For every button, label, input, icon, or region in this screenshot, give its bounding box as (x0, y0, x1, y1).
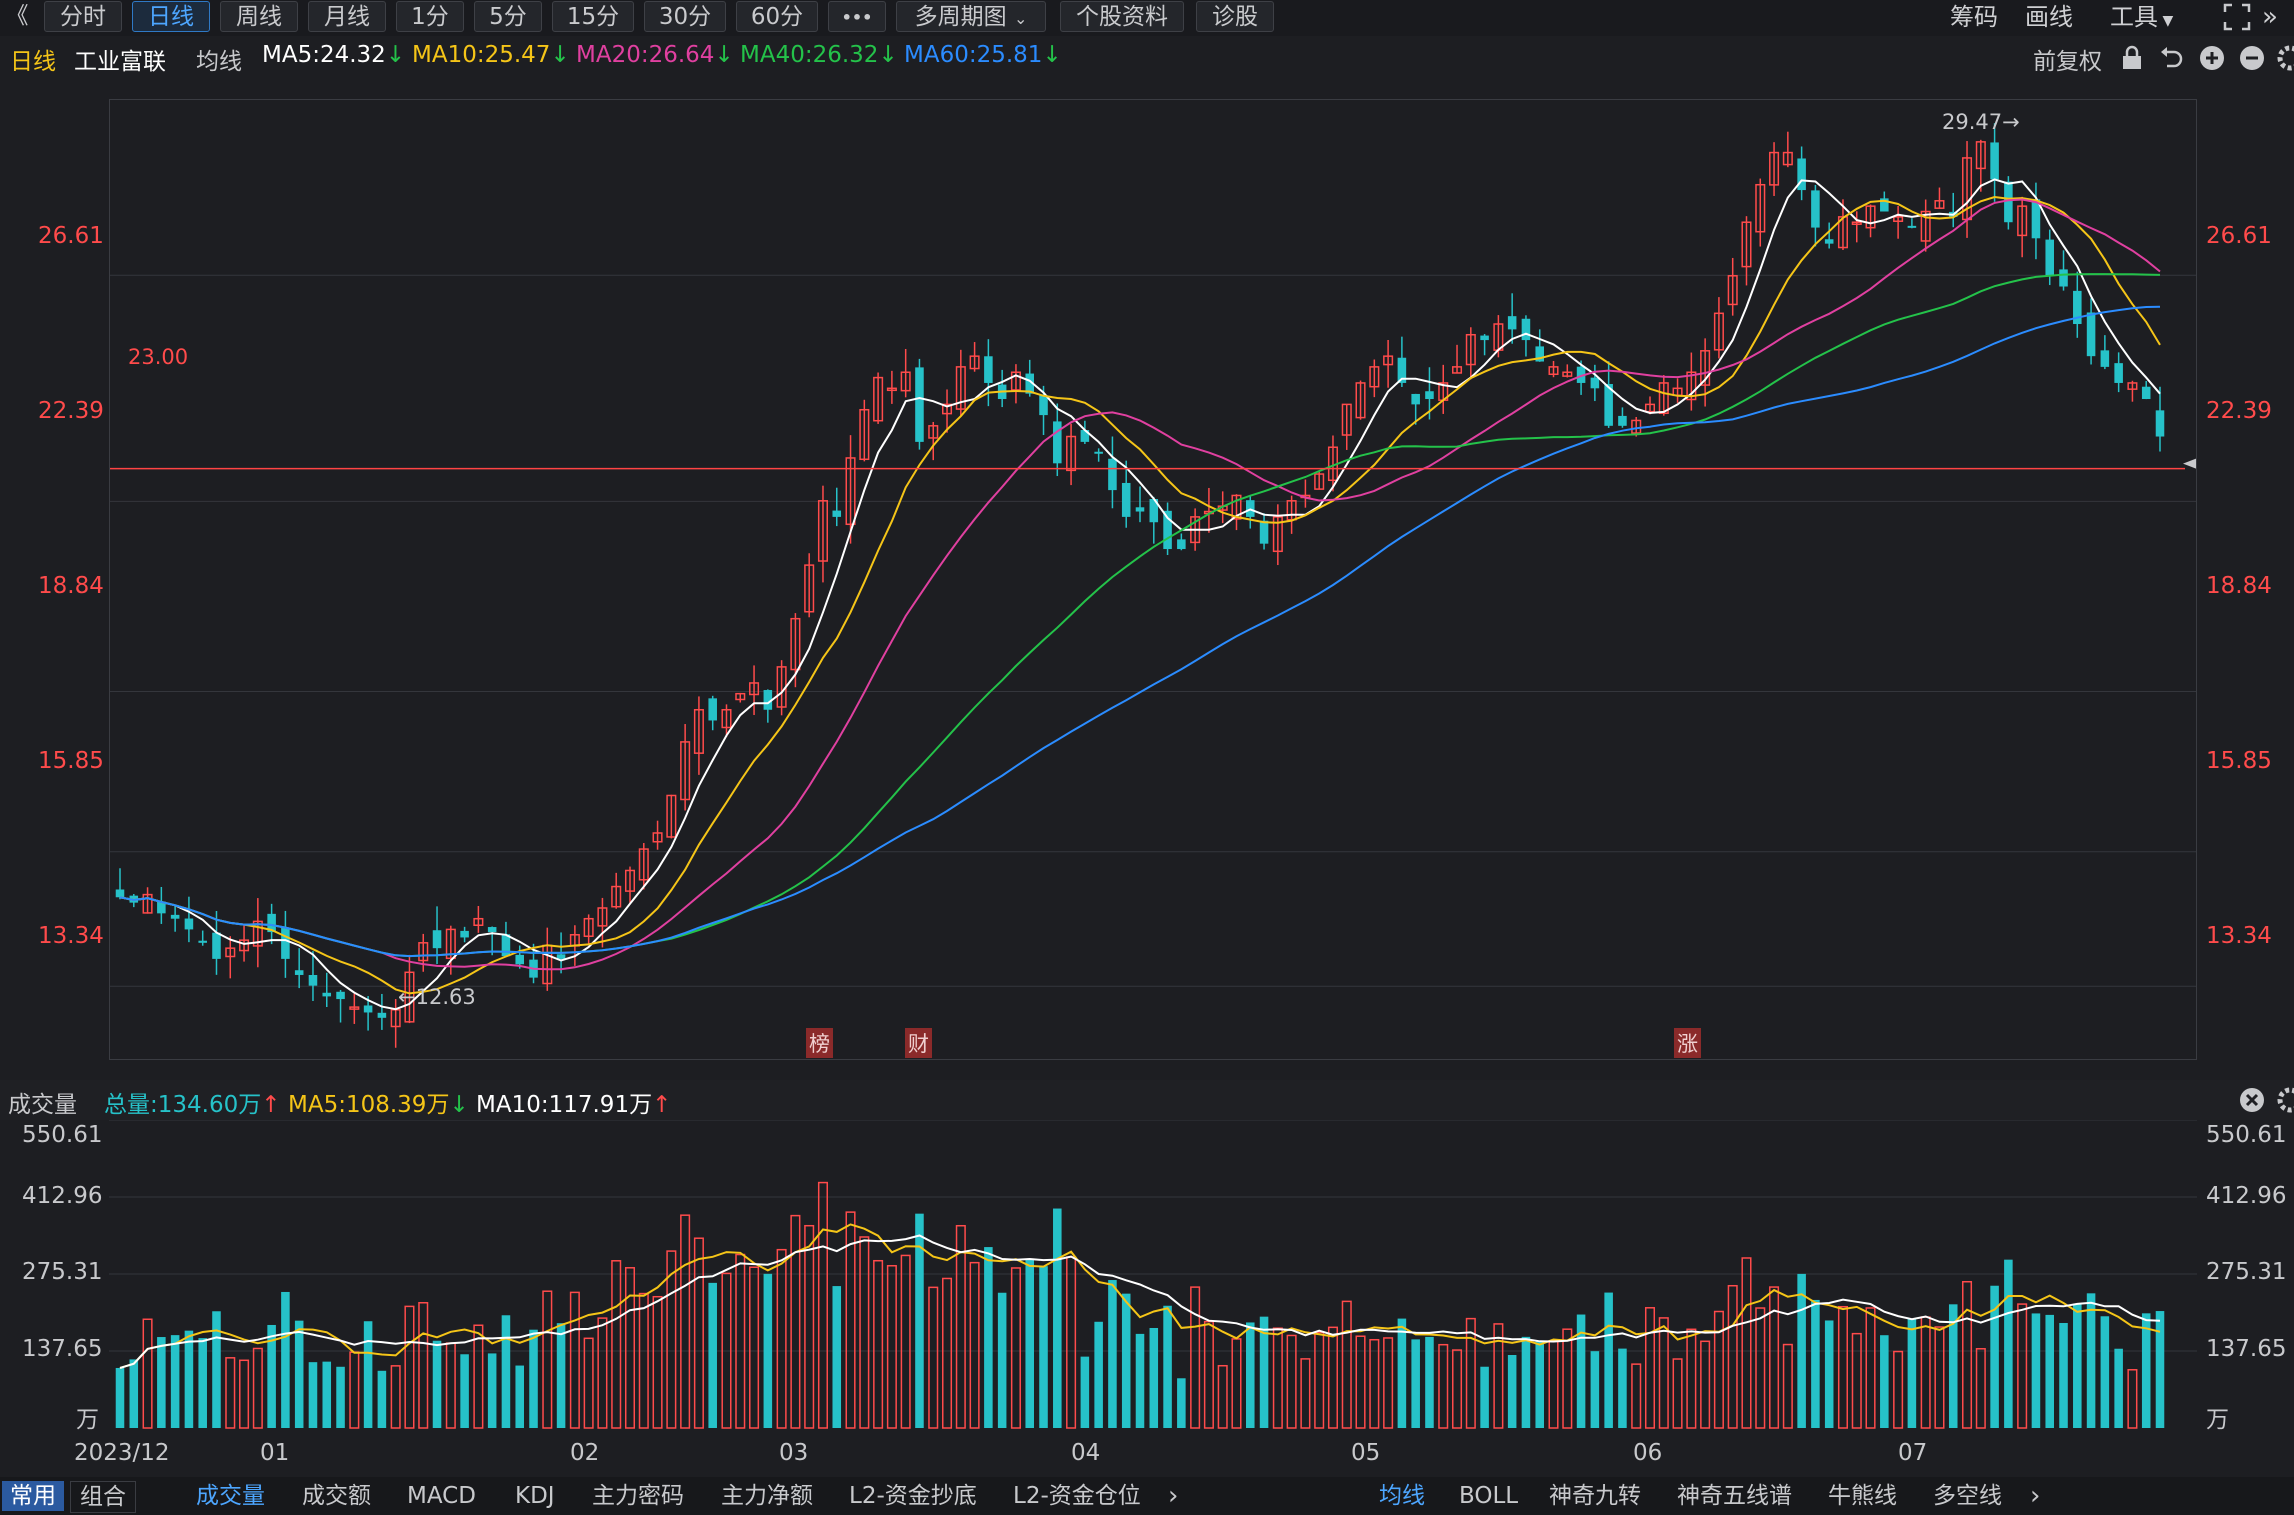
tab-l2-bottom[interactable]: L2-资金抄底 (849, 1481, 977, 1511)
tab-five-lines[interactable]: 神奇五线谱 (1677, 1481, 1792, 1511)
tab-boll[interactable]: BOLL (1459, 1481, 1518, 1511)
price-tick-right: 18.84 (2206, 573, 2272, 599)
volume-total: 总量:134.60万↑ (104, 1085, 281, 1119)
low-annotation: ←12.63 (398, 985, 476, 1009)
chevron-right-icon[interactable]: › (2030, 1481, 2040, 1511)
price-tick-left: 18.84 (38, 573, 104, 599)
close-icon[interactable] (2238, 1086, 2266, 1114)
x-tick: 03 (779, 1440, 809, 1466)
x-tick: 06 (1633, 1440, 1663, 1466)
gear-icon[interactable] (2276, 1086, 2294, 1114)
arrow-up-icon: ↑ (652, 1092, 672, 1118)
arrow-up-icon: ↑ (261, 1092, 281, 1118)
arrow-down-icon: ↓ (449, 1092, 469, 1118)
price-tick-right: 13.34 (2206, 923, 2272, 949)
tab-long-short[interactable]: 多空线 (1933, 1481, 2002, 1511)
price-tick-right: 22.39 (2206, 398, 2272, 424)
tab-macd[interactable]: MACD (407, 1481, 476, 1511)
tab-bull-bear[interactable]: 牛熊线 (1828, 1481, 1897, 1511)
tab-nine-turn[interactable]: 神奇九转 (1549, 1481, 1641, 1511)
price-tick-left: 13.34 (38, 923, 104, 949)
bottom-tab-bar: 常用 组合 成交量 成交额 MACD KDJ 主力密码 主力净额 L2-资金抄底… (0, 1477, 2294, 1515)
marker-cai[interactable]: 财 (905, 1028, 932, 1058)
tab-combo[interactable]: 组合 (70, 1481, 136, 1513)
volume-tick-right: 137.65 (2206, 1336, 2287, 1362)
x-tick: 01 (260, 1440, 290, 1466)
volume-unit-right: 万 (2206, 1407, 2229, 1433)
tab-common[interactable]: 常用 (2, 1481, 64, 1511)
tab-volume[interactable]: 成交量 (196, 1481, 265, 1511)
volume-tick-left: 137.65 (22, 1336, 103, 1362)
volume-tick-left: 275.31 (22, 1259, 103, 1285)
volume-indicator-bar: 成交量 总量:134.60万↑ MA5:108.39万↓ MA10:117.91… (0, 1080, 2294, 1120)
price-pane[interactable] (109, 99, 2197, 1060)
volume-ma5-text: MA5:108.39万 (288, 1092, 450, 1118)
marker-zhang[interactable]: 涨 (1674, 1028, 1701, 1058)
volume-title[interactable]: 成交量 (8, 1085, 77, 1119)
chevron-right-icon[interactable]: › (1168, 1481, 1178, 1511)
volume-tick-right: 275.31 (2206, 1259, 2287, 1285)
x-tick: 07 (1898, 1440, 1928, 1466)
volume-ma10: MA10:117.91万↑ (476, 1085, 671, 1119)
tab-kdj[interactable]: KDJ (515, 1481, 555, 1511)
x-tick: 02 (570, 1440, 600, 1466)
x-tick: 05 (1351, 1440, 1381, 1466)
price-tick-left: 26.61 (38, 223, 104, 249)
price-tick-right: 15.85 (2206, 748, 2272, 774)
volume-unit-left: 万 (76, 1407, 99, 1433)
tab-l2-position[interactable]: L2-资金仓位 (1013, 1481, 1141, 1511)
marker-bang[interactable]: 榜 (806, 1028, 833, 1058)
x-tick: 04 (1071, 1440, 1101, 1466)
volume-ma5: MA5:108.39万↓ (288, 1085, 469, 1119)
hline-label: 23.00 (128, 345, 189, 369)
volume-tick-left: 550.61 (22, 1122, 103, 1148)
tab-main-net[interactable]: 主力净额 (721, 1481, 813, 1511)
volume-tick-right: 412.96 (2206, 1183, 2287, 1209)
volume-total-text: 总量:134.60万 (104, 1092, 262, 1118)
price-tick-right: 26.61 (2206, 223, 2272, 249)
tab-ma[interactable]: 均线 (1379, 1481, 1425, 1511)
volume-tick-right: 550.61 (2206, 1122, 2287, 1148)
high-annotation: 29.47→ (1942, 110, 2020, 134)
tab-main-code[interactable]: 主力密码 (592, 1481, 684, 1511)
tab-turnover[interactable]: 成交额 (302, 1481, 371, 1511)
volume-pane[interactable] (109, 1120, 2197, 1432)
price-tick-left: 15.85 (38, 748, 104, 774)
volume-ma10-text: MA10:117.91万 (476, 1092, 653, 1118)
x-tick: 2023/12 (74, 1440, 170, 1466)
price-tick-left: 22.39 (38, 398, 104, 424)
volume-tick-left: 412.96 (22, 1183, 103, 1209)
